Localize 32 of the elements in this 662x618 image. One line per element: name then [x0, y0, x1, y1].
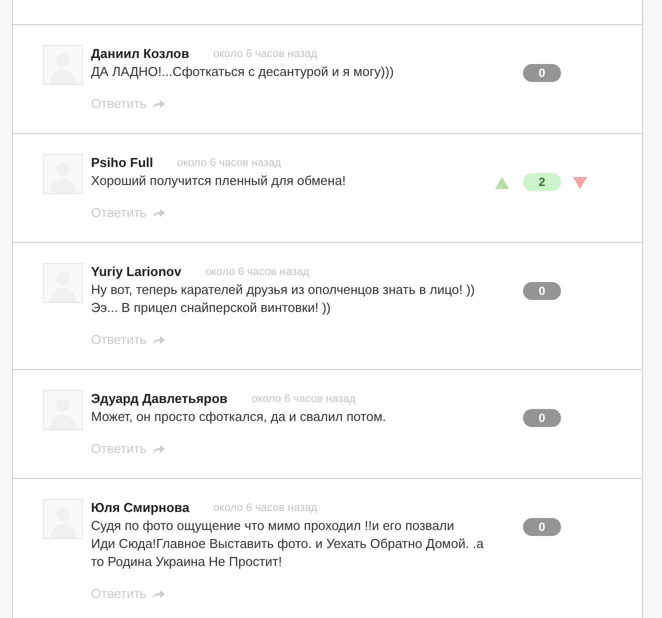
upvote-icon[interactable]: [495, 177, 509, 189]
comment-time: около 6 часов назад: [205, 264, 310, 280]
avatar-icon: [43, 263, 83, 303]
arrow-icon: [152, 444, 165, 454]
arrow-icon: [152, 335, 165, 345]
comment-text: Хороший получится пленный для обмена!: [91, 172, 347, 190]
avatar-icon: [43, 45, 83, 85]
score-badge: 2: [523, 173, 561, 191]
comment-text: ДА ЛАДНО!...Сфоткаться с десантурой и я могу))): [91, 63, 395, 81]
avatar-icon: [43, 499, 83, 539]
avatar-icon: [43, 154, 83, 194]
score-badge: 0: [523, 282, 561, 300]
author-name[interactable]: Эдуард Давлетьяров: [91, 389, 228, 409]
comment-text: Ну вот, теперь карателей друзья из ополченцов знать в лицо! )) Ээ... В прицел снайперской винтовки! )): [91, 281, 476, 317]
author-name[interactable]: Yuriy Larionov: [91, 262, 182, 282]
author-name[interactable]: Юля Смирнова: [91, 498, 190, 518]
arrow-icon: [152, 589, 165, 599]
score-badge: 0: [523, 518, 561, 536]
comment-time: около 6 часов назад: [177, 156, 282, 171]
arrow-icon: [152, 208, 165, 218]
avatar-icon: [43, 390, 83, 430]
downvote-icon[interactable]: [573, 177, 587, 189]
author-name[interactable]: Psiho Full: [91, 153, 154, 173]
comment-text: Может, он просто сфоткался, да и свалил потом.: [91, 408, 388, 426]
score-badge: 0: [523, 64, 561, 82]
comment-time: около 6 часов назад: [213, 46, 318, 62]
arrow-icon: [152, 99, 165, 109]
comment-text: Судя по фото ощущение что мимо проходил !!и его позвали Иди Сюда!Главное Выставить фото. и Уехать Обратно Домой. .а то Родина Украина Не Простит!: [91, 517, 485, 571]
comment-time: около 6 часов назад: [252, 392, 356, 407]
score-badge: 0: [523, 409, 561, 427]
comment-time: около 6 часов назад: [213, 500, 318, 516]
author-name[interactable]: Даниил Козлов: [91, 44, 190, 64]
